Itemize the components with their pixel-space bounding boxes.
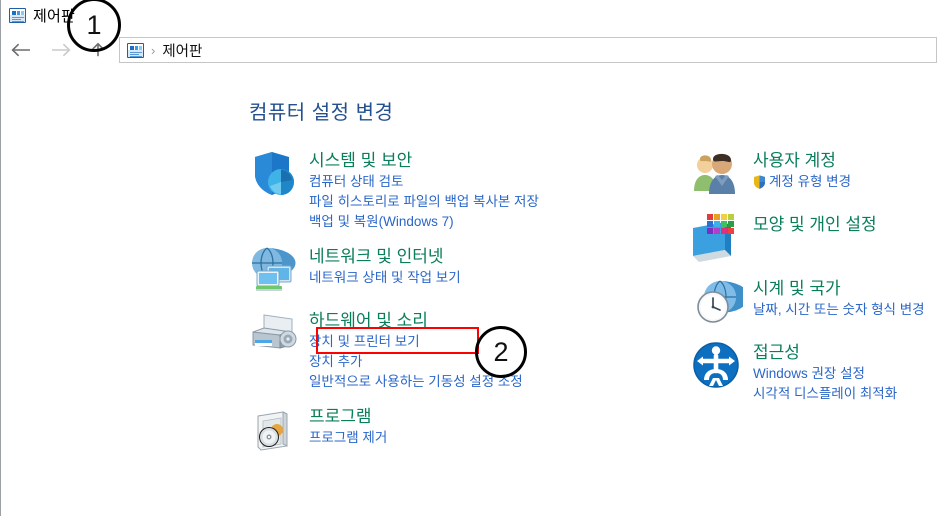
address-bar[interactable]: › 제어판 <box>119 37 937 63</box>
printer-icon <box>247 308 299 360</box>
category-clock-and-region[interactable]: 시계 및 국가 날짜, 시간 또는 숫자 형식 변경 <box>691 276 949 328</box>
link-file-history-backup[interactable]: 파일 히스토리로 파일의 백업 복사본 저장 <box>309 192 539 212</box>
category-title-ease-of-access[interactable]: 접근성 <box>753 342 800 364</box>
category-title-appearance-and-personalization[interactable]: 모양 및 개인 설정 <box>753 214 877 236</box>
category-title-system-and-security[interactable]: 시스템 및 보안 <box>309 150 412 172</box>
link-change-account-type[interactable]: 계정 유형 변경 <box>753 172 851 192</box>
title-bar: 제어판 <box>1 0 950 30</box>
breadcrumb-item-control-panel[interactable]: 제어판 <box>162 40 202 61</box>
category-system-and-security[interactable]: 시스템 및 보안 컴퓨터 상태 검토 파일 히스토리로 파일의 백업 복사본 저… <box>247 148 647 232</box>
category-body: 네트워크 및 인터넷 네트워크 상태 및 작업 보기 <box>309 244 461 288</box>
link-optimize-visual-display[interactable]: 시각적 디스플레이 최적화 <box>753 384 897 404</box>
link-backup-and-restore-windows7[interactable]: 백업 및 복원(Windows 7) <box>309 212 539 232</box>
category-title-programs[interactable]: 프로그램 <box>309 406 372 428</box>
category-appearance-and-personalization[interactable]: 모양 및 개인 설정 <box>691 212 949 264</box>
category-user-accounts[interactable]: 사용자 계정 계정 유형 변경 <box>691 148 949 200</box>
link-label: 계정 유형 변경 <box>769 174 852 189</box>
step-marker-2: 2 <box>475 326 527 378</box>
category-hardware-and-sound[interactable]: 하드웨어 및 소리 장치 및 프린터 보기 장치 추가 일반적으로 사용하는 기… <box>247 308 647 392</box>
back-arrow-icon[interactable] <box>1 30 41 70</box>
category-body: 접근성 Windows 권장 설정 시각적 디스플레이 최적화 <box>753 340 897 404</box>
navigation-bar: › 제어판 <box>1 30 950 70</box>
category-programs[interactable]: 프로그램 프로그램 제거 <box>247 404 647 456</box>
control-panel-window: 제어판 › 제어판 컴퓨터 설정 변경 시스템 및 보안 컴퓨터 상태 검토 파… <box>0 0 950 516</box>
content-area: 컴퓨터 설정 변경 시스템 및 보안 컴퓨터 상태 검토 파일 히스토리로 파일… <box>1 70 950 516</box>
category-title-user-accounts[interactable]: 사용자 계정 <box>753 150 836 172</box>
category-body: 시스템 및 보안 컴퓨터 상태 검토 파일 히스토리로 파일의 백업 복사본 저… <box>309 148 539 232</box>
breadcrumb-separator-icon: › <box>151 42 156 58</box>
clock-region-icon <box>691 276 750 328</box>
right-category-column: 사용자 계정 계정 유형 변경 모양 및 개인 설정 시계 및 국가 날짜, 시… <box>691 148 949 416</box>
category-title-network-and-internet[interactable]: 네트워크 및 인터넷 <box>309 246 444 268</box>
appearance-monitor-icon <box>691 212 743 264</box>
user-accounts-icon <box>691 148 743 200</box>
category-network-and-internet[interactable]: 네트워크 및 인터넷 네트워크 상태 및 작업 보기 <box>247 244 647 296</box>
breadcrumb-control-panel-icon <box>127 42 144 58</box>
shield-security-icon <box>247 148 299 200</box>
category-body: 프로그램 프로그램 제거 <box>309 404 387 448</box>
programs-cd-icon <box>247 404 299 456</box>
control-panel-icon <box>9 7 26 23</box>
category-body: 모양 및 개인 설정 <box>753 212 877 236</box>
link-uninstall-a-program[interactable]: 프로그램 제거 <box>309 428 387 448</box>
link-windows-recommended-settings[interactable]: Windows 권장 설정 <box>753 364 897 384</box>
category-title-hardware-and-sound[interactable]: 하드웨어 및 소리 <box>309 310 428 332</box>
link-review-computer-status[interactable]: 컴퓨터 상태 검토 <box>309 172 539 192</box>
network-globe-icon <box>247 244 299 296</box>
category-ease-of-access[interactable]: 접근성 Windows 권장 설정 시각적 디스플레이 최적화 <box>691 340 949 404</box>
page-title: 컴퓨터 설정 변경 <box>249 102 394 124</box>
category-body: 사용자 계정 계정 유형 변경 <box>753 148 851 192</box>
step-marker-1: 1 <box>67 0 121 52</box>
uac-shield-icon <box>753 175 766 189</box>
category-body: 시계 및 국가 날짜, 시간 또는 숫자 형식 변경 <box>753 276 925 320</box>
category-title-clock-and-region[interactable]: 시계 및 국가 <box>753 278 841 300</box>
link-change-date-time-number-formats[interactable]: 날짜, 시간 또는 숫자 형식 변경 <box>753 300 925 320</box>
left-category-column: 시스템 및 보안 컴퓨터 상태 검토 파일 히스토리로 파일의 백업 복사본 저… <box>247 148 647 468</box>
link-view-network-status[interactable]: 네트워크 상태 및 작업 보기 <box>309 268 461 288</box>
ease-of-access-icon <box>691 340 743 392</box>
